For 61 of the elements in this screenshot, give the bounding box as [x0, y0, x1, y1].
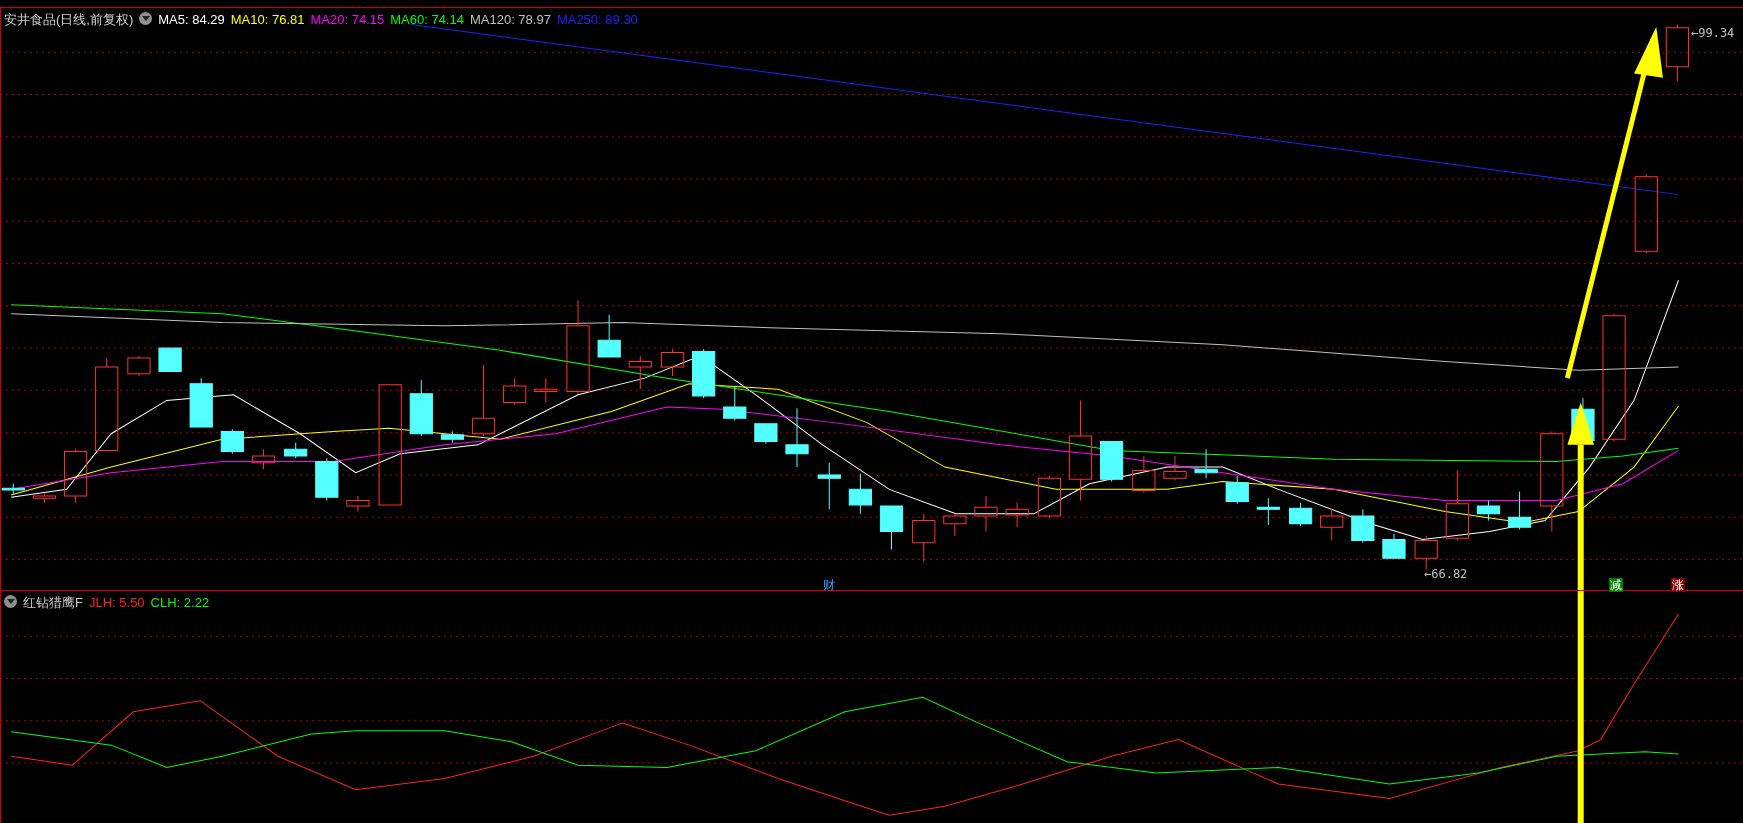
candlestick [1163, 455, 1187, 481]
candlestick [943, 513, 967, 537]
candlestick [723, 386, 747, 421]
indicator-value: JLH: 5.50 [88, 594, 145, 612]
candlestick [1, 483, 25, 496]
candlestick [1132, 455, 1156, 494]
candlestick [1665, 23, 1690, 82]
event-marker: 减 [1609, 578, 1623, 592]
candlestick [63, 448, 88, 504]
candlestick [754, 423, 778, 445]
candlestick [692, 348, 716, 399]
candlestick [32, 493, 57, 504]
candlestick [440, 431, 465, 444]
candlestick [189, 377, 213, 428]
candlestick [848, 473, 872, 515]
candlestick [1005, 502, 1029, 528]
candlestick [503, 377, 527, 406]
candlestick [597, 314, 621, 358]
candlestick [785, 407, 809, 468]
candlestick [158, 347, 182, 372]
indicator-value: CLH: 2.22 [150, 594, 210, 612]
candlestick [879, 505, 904, 550]
candlestick [1037, 475, 1061, 519]
moving-average-value: MA5: 84.29 [158, 11, 225, 29]
dropdown-icon[interactable] [139, 12, 153, 25]
candlestick [127, 355, 151, 377]
candlestick [1476, 499, 1501, 521]
candlestick [1320, 508, 1344, 541]
candlestick [628, 355, 652, 390]
dropdown-icon[interactable] [4, 595, 17, 608]
candlestick [1507, 491, 1532, 530]
moving-average-value: MA20: 74.15 [310, 11, 385, 29]
chart-title: 安井食品(日线,前复权) [4, 11, 134, 29]
candlestick [251, 448, 276, 470]
indicator-name: 红钻猎鹰F [23, 594, 83, 612]
moving-average-value: MA120: 78.97 [469, 11, 551, 29]
candlestick [220, 428, 244, 455]
candlestick [1288, 502, 1313, 527]
candlestick [1100, 441, 1124, 483]
candlestick [315, 457, 339, 501]
price-label: ←66.82 [1424, 566, 1468, 583]
event-marker: 财 [822, 578, 836, 592]
moving-average-value: MA60: 74.14 [390, 11, 464, 29]
candlestick [534, 377, 558, 404]
candlestick [1414, 535, 1438, 570]
candlestick [1256, 497, 1280, 526]
candlestick [1382, 533, 1406, 559]
candlestick [660, 348, 685, 377]
candlestick [409, 379, 433, 437]
moving-average-value: MA250: 89.30 [556, 11, 638, 29]
candlestick [912, 513, 936, 563]
candlestick [974, 495, 998, 533]
candlestick [1225, 475, 1249, 505]
candlestick [817, 462, 841, 510]
candlestick [284, 442, 308, 459]
candlestick [1445, 469, 1469, 541]
candlestick [1194, 448, 1218, 479]
event-marker: 涨 [1671, 578, 1685, 592]
candlestick [346, 495, 370, 513]
moving-average-value: MA10: 76.81 [230, 11, 305, 29]
candlestick [1351, 508, 1375, 544]
